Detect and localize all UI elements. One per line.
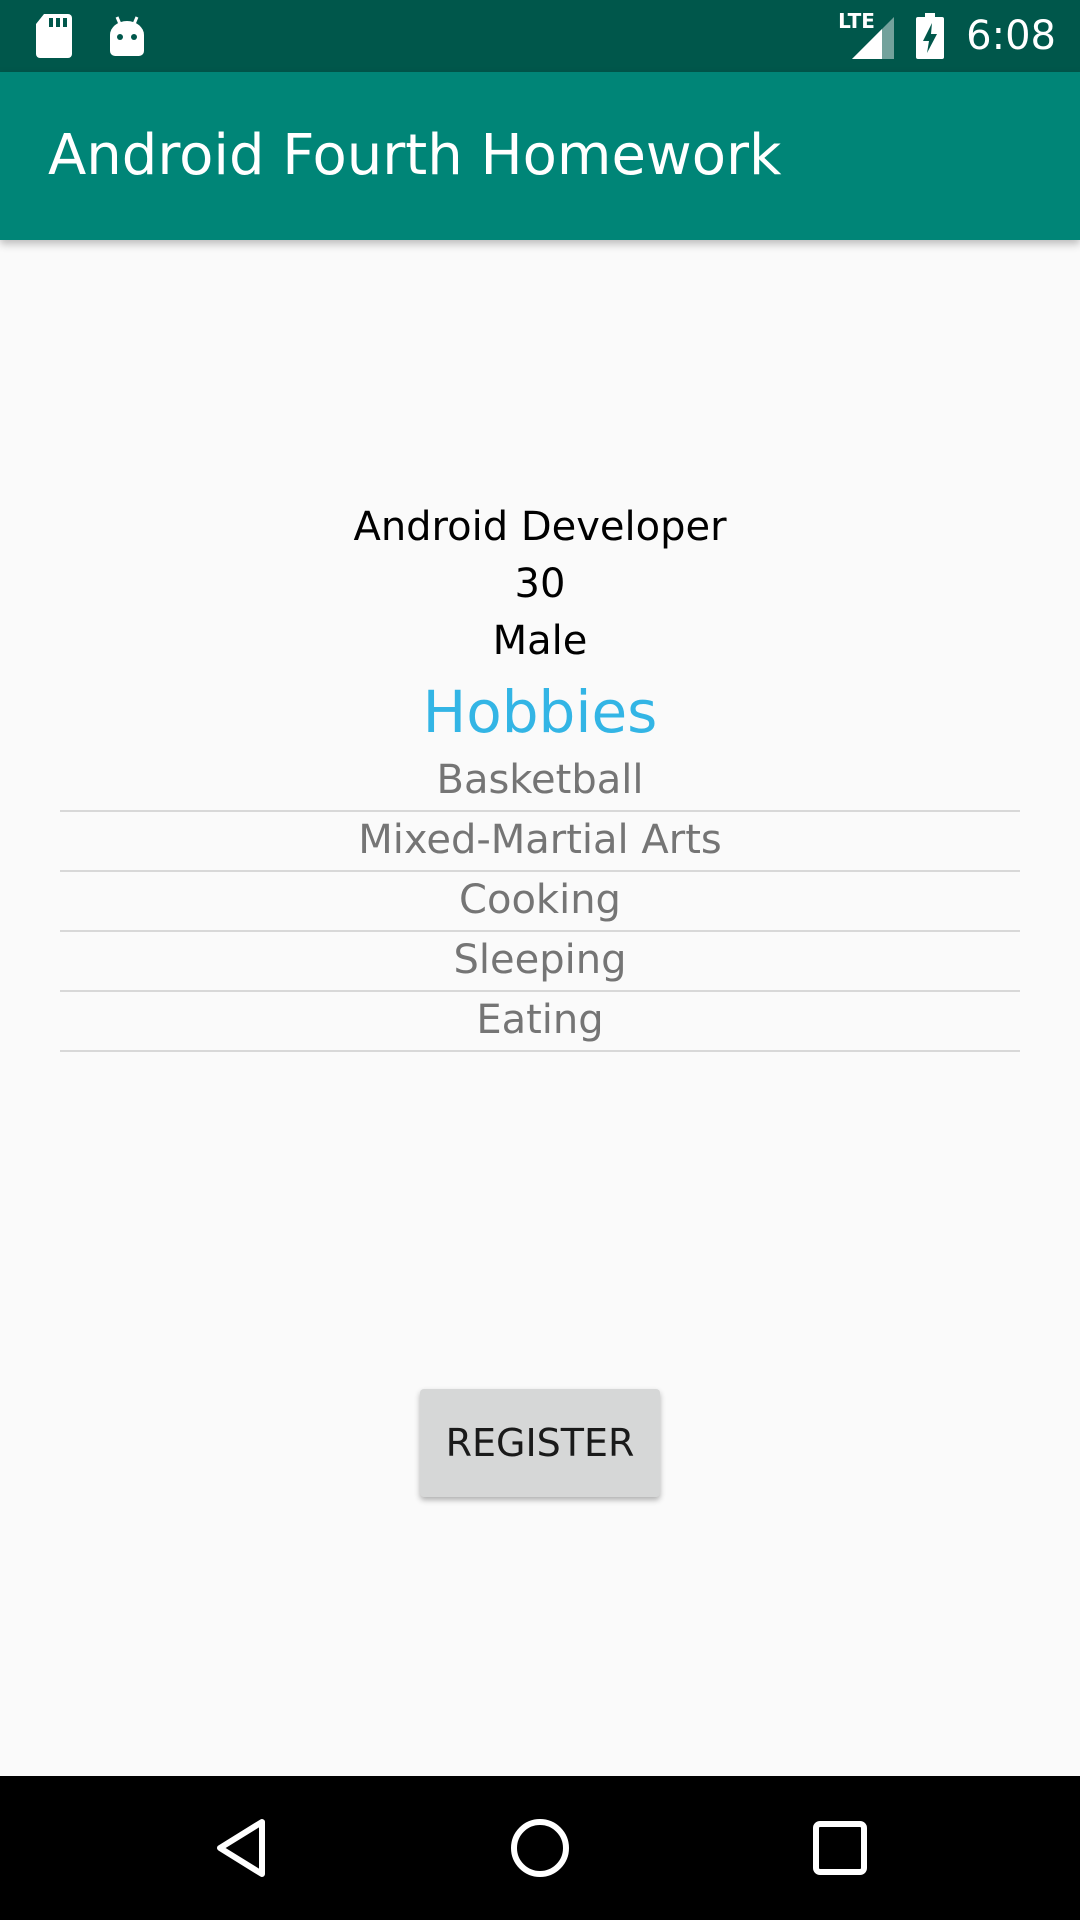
android-icon (110, 16, 144, 56)
recents-icon[interactable] (804, 1812, 876, 1884)
app-bar: Android Fourth Homework (0, 72, 1080, 240)
battery-charging-icon (916, 13, 945, 59)
notification-icons (36, 14, 146, 58)
list-item[interactable]: Sleeping (60, 932, 1020, 992)
list-item[interactable]: Mixed-Martial Arts (60, 812, 1020, 872)
navigation-bar (0, 1776, 1080, 1920)
back-icon[interactable] (206, 1812, 278, 1884)
list-item[interactable]: Basketball (60, 752, 1020, 812)
hobby-list[interactable]: Basketball Mixed-Martial Arts Cooking Sl… (60, 752, 1020, 1052)
sd-card-icon (36, 14, 72, 58)
list-item[interactable]: Cooking (60, 872, 1020, 932)
lte-signal-icon: LTE (838, 9, 895, 59)
hobbies-title: Hobbies (422, 678, 658, 746)
clock: 6:08 (966, 13, 1056, 59)
app-title: Android Fourth Homework (48, 123, 782, 188)
occupation-text: Android Developer (353, 504, 727, 550)
list-item[interactable]: Eating (60, 992, 1020, 1052)
system-icons: LTE 6:08 (838, 0, 1056, 72)
home-icon[interactable] (504, 1812, 576, 1884)
main-content: Android Developer 30 Male Hobbies Basket… (0, 240, 1080, 1776)
status-bar: LTE 6:08 (0, 0, 1080, 72)
age-text: 30 (514, 561, 566, 607)
gender-text: Male (492, 618, 588, 664)
register-button[interactable]: REGISTER (420, 1389, 660, 1497)
